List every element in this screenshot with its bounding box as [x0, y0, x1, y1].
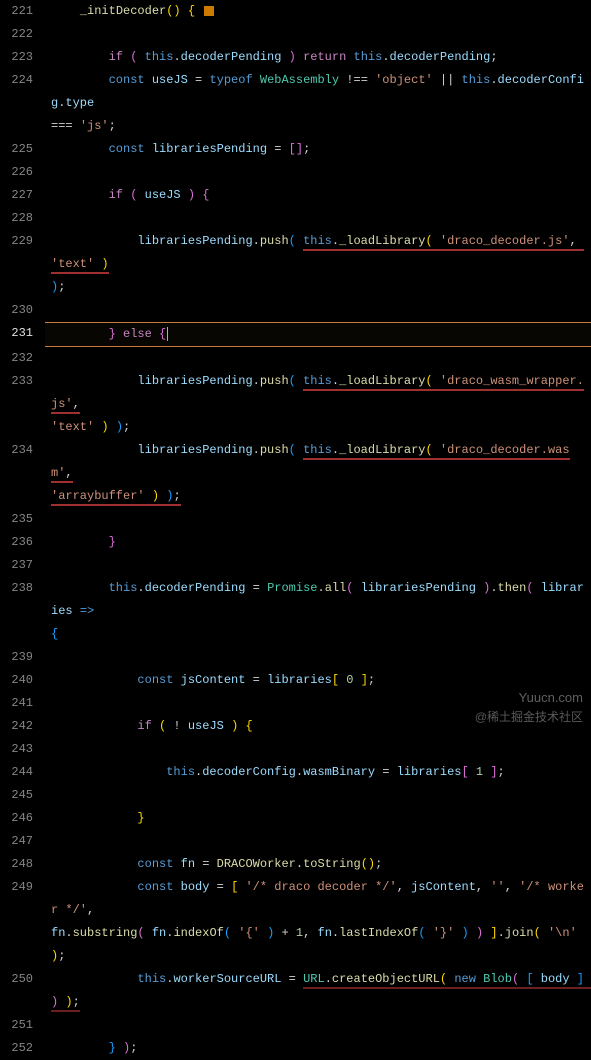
code-line-wrap[interactable]: === 'js';	[0, 115, 591, 138]
text-cursor	[167, 327, 168, 341]
line-number: 251	[0, 1014, 45, 1037]
code-line[interactable]: 224 const useJS = typeof WebAssembly !==…	[0, 69, 591, 115]
code-line[interactable]: 239	[0, 646, 591, 669]
code-line-active[interactable]: 231 } else {	[0, 322, 591, 347]
line-number: 245	[0, 784, 45, 807]
line-number: 224	[0, 69, 45, 92]
line-number: 228	[0, 207, 45, 230]
line-number: 243	[0, 738, 45, 761]
code-line-wrap[interactable]: 'arraybuffer' ) );	[0, 485, 591, 508]
line-number: 236	[0, 531, 45, 554]
code-line[interactable]: 248 const fn = DRACOWorker.toString();	[0, 853, 591, 876]
line-number: 234	[0, 439, 45, 462]
code-line[interactable]: 227 if ( useJS ) {	[0, 184, 591, 207]
line-number: 247	[0, 830, 45, 853]
line-number: 221	[0, 0, 45, 23]
code-line-wrap[interactable]: );	[0, 276, 591, 299]
code-editor[interactable]: 221 _initDecoder() { 222 223 if ( this.d…	[0, 0, 591, 1060]
line-number: 232	[0, 347, 45, 370]
code-line[interactable]: 237	[0, 554, 591, 577]
code-line[interactable]: 243	[0, 738, 591, 761]
code-line[interactable]: 251	[0, 1014, 591, 1037]
code-line[interactable]: 240 const jsContent = libraries[ 0 ];	[0, 669, 591, 692]
code-line[interactable]: 246 }	[0, 807, 591, 830]
code-line[interactable]: 228	[0, 207, 591, 230]
code-line[interactable]: 222	[0, 23, 591, 46]
code-line[interactable]: 252 } );	[0, 1037, 591, 1060]
code-line[interactable]: 250 this.workerSourceURL = URL.createObj…	[0, 968, 591, 1014]
line-number: 225	[0, 138, 45, 161]
code-line[interactable]: 238 this.decoderPending = Promise.all( l…	[0, 577, 591, 623]
line-number: 227	[0, 184, 45, 207]
line-number: 237	[0, 554, 45, 577]
watermark-text: @稀土掘金技术社区	[475, 708, 583, 725]
line-number: 233	[0, 370, 45, 393]
code-line[interactable]: 236 }	[0, 531, 591, 554]
code-line-wrap[interactable]: fn.substring( fn.indexOf( '{' ) + 1, fn.…	[0, 922, 591, 968]
code-line[interactable]: 235	[0, 508, 591, 531]
line-number: 240	[0, 669, 45, 692]
code-line[interactable]: 226	[0, 161, 591, 184]
suggestion-icon	[204, 6, 214, 16]
watermark-text: Yuucn.com	[519, 690, 583, 705]
code-line[interactable]: 245	[0, 784, 591, 807]
line-number: 239	[0, 646, 45, 669]
line-number: 244	[0, 761, 45, 784]
code-line[interactable]: 234 librariesPending.push( this._loadLib…	[0, 439, 591, 485]
code-line[interactable]: 225 const librariesPending = [];	[0, 138, 591, 161]
line-number: 238	[0, 577, 45, 600]
line-number: 242	[0, 715, 45, 738]
code-line[interactable]: 249 const body = [ '/* draco decoder */'…	[0, 876, 591, 922]
function-name: _initDecoder	[80, 4, 166, 18]
line-number: 248	[0, 853, 45, 876]
line-number: 235	[0, 508, 45, 531]
code-line[interactable]: 233 librariesPending.push( this._loadLib…	[0, 370, 591, 416]
line-number: 252	[0, 1037, 45, 1060]
code-line-wrap[interactable]: {	[0, 623, 591, 646]
code-line[interactable]: 229 librariesPending.push( this._loadLib…	[0, 230, 591, 276]
line-number: 229	[0, 230, 45, 253]
line-number: 226	[0, 161, 45, 184]
line-number: 223	[0, 46, 45, 69]
line-number: 231	[0, 322, 45, 345]
line-number: 222	[0, 23, 45, 46]
code-line[interactable]: 244 this.decoderConfig.wasmBinary = libr…	[0, 761, 591, 784]
code-line[interactable]: 230	[0, 299, 591, 322]
code-line[interactable]: 221 _initDecoder() {	[0, 0, 591, 23]
line-number: 249	[0, 876, 45, 899]
line-number: 241	[0, 692, 45, 715]
code-line[interactable]: 223 if ( this.decoderPending ) return th…	[0, 46, 591, 69]
code-line[interactable]: 232	[0, 347, 591, 370]
line-number: 230	[0, 299, 45, 322]
line-number: 246	[0, 807, 45, 830]
line-number: 250	[0, 968, 45, 991]
code-line[interactable]: 247	[0, 830, 591, 853]
code-line-wrap[interactable]: 'text' ) );	[0, 416, 591, 439]
